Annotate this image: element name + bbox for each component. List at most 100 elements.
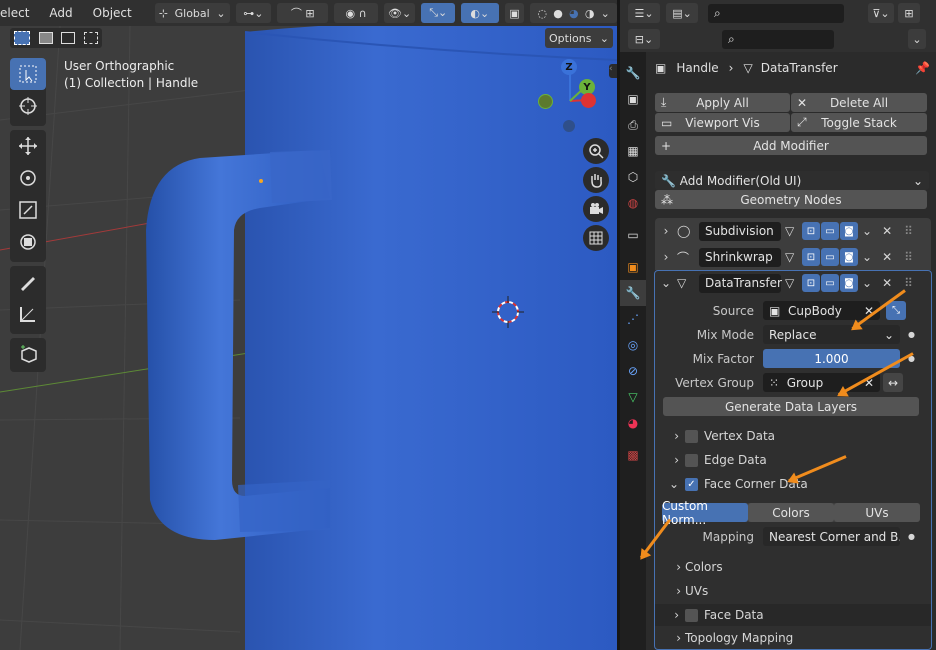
scene-tab-icon[interactable]: ⬡ bbox=[620, 164, 646, 190]
move-tool[interactable] bbox=[10, 130, 46, 162]
geometry-nodes-button[interactable]: ⁂ Geometry Nodes bbox=[655, 190, 927, 209]
perspective-grid-icon[interactable] bbox=[583, 225, 609, 251]
properties-editor-type-dropdown[interactable]: ⊟⌄ bbox=[628, 29, 660, 49]
options-dropdown[interactable]: Options ⌄ bbox=[545, 28, 613, 48]
delete-all-button[interactable]: ✕ Delete All bbox=[791, 93, 927, 112]
data-tab-icon[interactable]: ▽ bbox=[620, 384, 646, 410]
gizmo-toggle[interactable]: ⤡⌄ bbox=[421, 3, 456, 23]
vertex-data-checkbox[interactable] bbox=[685, 429, 698, 443]
gizmo-neg-y-axis[interactable] bbox=[538, 94, 553, 109]
visibility-dropdown[interactable]: 👁⌄ bbox=[383, 3, 416, 23]
select-mode-buttons[interactable] bbox=[10, 28, 102, 48]
output-tab-icon[interactable]: ⎙ bbox=[620, 112, 646, 138]
face-data-subpanel[interactable]: › Face Data bbox=[655, 604, 931, 626]
mapping-dropdown[interactable]: Nearest Corner and B...⌄ bbox=[763, 527, 900, 546]
edge-data-subpanel[interactable]: › Edge Data bbox=[655, 450, 931, 470]
select-box-tool[interactable] bbox=[10, 58, 46, 90]
datatransfer-name-field[interactable]: DataTransfer bbox=[699, 273, 782, 293]
apply-all-button[interactable]: ⤓ Apply All bbox=[655, 93, 790, 112]
wireframe-shading-icon[interactable]: ◌ bbox=[537, 7, 547, 20]
tab-colors[interactable]: Colors bbox=[748, 503, 834, 522]
cursor-tool[interactable] bbox=[10, 90, 46, 122]
constraints-tab-icon[interactable]: ⊘ bbox=[620, 358, 646, 384]
expand-arrow-icon[interactable]: › bbox=[655, 224, 677, 238]
tool-tab-icon[interactable]: 🔧 bbox=[620, 60, 646, 86]
display-mode-dropdown[interactable]: ▤⌄ bbox=[666, 3, 698, 23]
object-tab-icon[interactable]: ▣ bbox=[620, 254, 646, 280]
on-cage-icon[interactable]: ⊡ bbox=[802, 222, 820, 240]
xray-toggle[interactable]: ▣ bbox=[504, 3, 525, 23]
expand-arrow-icon[interactable]: › bbox=[655, 453, 685, 467]
expand-arrow-icon[interactable]: › bbox=[655, 631, 685, 645]
physics-tab-icon[interactable]: ◎ bbox=[620, 332, 646, 358]
transform-tool[interactable] bbox=[10, 226, 46, 258]
pivot-point-dropdown[interactable]: ⊶⌄ bbox=[235, 3, 272, 23]
camera-view-icon[interactable] bbox=[583, 196, 609, 222]
world-tab-icon[interactable]: ◍ bbox=[620, 190, 646, 216]
edit-mode-icon[interactable]: ▽ bbox=[785, 224, 801, 238]
render-camera-icon[interactable]: ◙ bbox=[840, 248, 858, 266]
transform-orientation-dropdown[interactable]: ⊹ Global ⌄ bbox=[154, 3, 230, 23]
gizmo-neg-z-axis[interactable] bbox=[563, 120, 575, 132]
annotate-tool[interactable] bbox=[10, 266, 46, 298]
sidebar-toggle[interactable]: ‹ bbox=[609, 64, 617, 78]
render-camera-icon[interactable]: ◙ bbox=[840, 274, 858, 292]
mix-mode-dropdown[interactable]: Replace ⌄ bbox=[763, 325, 900, 344]
shading-modes[interactable]: ◌ ● ◕ ◑ ⌄ bbox=[530, 3, 617, 23]
source-object-field[interactable]: ▣ CupBody ✕ bbox=[763, 301, 880, 320]
viewport-display-icon[interactable]: ▭ bbox=[821, 274, 839, 292]
keyframe-dot-icon[interactable]: ● bbox=[908, 532, 915, 541]
subdivision-name-field[interactable]: Subdivision bbox=[699, 221, 781, 241]
particles-tab-icon[interactable]: ⋰ bbox=[620, 306, 646, 332]
solid-shading-icon[interactable]: ● bbox=[553, 7, 563, 20]
scale-tool[interactable] bbox=[10, 194, 46, 226]
properties-search-input[interactable]: ⌕ bbox=[722, 29, 834, 49]
invert-vertex-group-icon[interactable]: ↔ bbox=[883, 373, 903, 392]
select-extend-icon[interactable] bbox=[38, 32, 53, 44]
datatransfer-header[interactable]: ⌄ ▽ DataTransfer ▽ ⊡ ▭ ◙ ⌄ ✕ ⠿ bbox=[655, 271, 931, 295]
select-invert-icon[interactable] bbox=[83, 32, 98, 44]
proportional-editing-toggle[interactable]: ◉ ∩ bbox=[334, 3, 378, 23]
menu-select[interactable]: elect bbox=[0, 6, 36, 20]
new-collection-icon[interactable]: ⊞ bbox=[898, 3, 920, 23]
collapse-arrow-icon[interactable]: ⌄ bbox=[655, 276, 677, 290]
modifier-tab-icon[interactable]: 🔧 bbox=[620, 280, 646, 306]
close-icon[interactable]: ✕ bbox=[882, 224, 892, 238]
chevron-down-icon[interactable]: ⌄ bbox=[862, 224, 872, 238]
outliner-search-input[interactable]: ⌕ bbox=[708, 3, 844, 23]
expand-arrow-icon[interactable]: › bbox=[655, 250, 677, 264]
toggle-stack-button[interactable]: ⤢ Toggle Stack bbox=[791, 113, 927, 132]
rendered-shading-icon[interactable]: ◑ bbox=[585, 7, 595, 20]
expand-arrow-icon[interactable]: › bbox=[655, 429, 685, 443]
add-modifier-old-dropdown[interactable]: 🔧 Add Modifier(Old UI) ⌄ bbox=[655, 171, 929, 190]
vertex-data-subpanel[interactable]: › Vertex Data bbox=[655, 426, 931, 446]
modifier-subdivision-panel[interactable]: › ◯ Subdivision ▽ ⊡ ▭ ◙ ⌄ ✕ ⠿ bbox=[655, 218, 931, 244]
render-camera-icon[interactable]: ◙ bbox=[840, 222, 858, 240]
keyframe-dot-icon[interactable]: ● bbox=[908, 330, 915, 339]
chevron-down-icon[interactable]: ⌄ bbox=[862, 250, 872, 264]
measure-tool[interactable] bbox=[10, 298, 46, 330]
menu-object[interactable]: Object bbox=[86, 6, 139, 20]
menu-add[interactable]: Add bbox=[42, 6, 79, 20]
view-layer-tab-icon[interactable]: ▦ bbox=[620, 138, 646, 164]
material-tab-icon[interactable]: ◕ bbox=[620, 410, 646, 436]
gizmo-x-axis[interactable] bbox=[581, 93, 596, 108]
close-icon[interactable]: ✕ bbox=[882, 250, 892, 264]
expand-arrow-icon[interactable]: › bbox=[655, 560, 685, 574]
zoom-icon[interactable] bbox=[583, 138, 609, 164]
on-cage-icon[interactable]: ⊡ bbox=[802, 274, 820, 292]
pin-icon[interactable]: 📌 bbox=[915, 61, 930, 75]
options-chevron-icon[interactable]: ⌄ bbox=[908, 29, 926, 49]
face-data-checkbox[interactable] bbox=[685, 608, 698, 622]
filter-icon[interactable]: ⊽⌄ bbox=[868, 3, 894, 23]
drag-handle-icon[interactable]: ⠿ bbox=[904, 224, 913, 238]
colors-subpanel[interactable]: › Colors bbox=[655, 557, 931, 577]
pan-hand-icon[interactable] bbox=[583, 167, 609, 193]
editor-type-dropdown[interactable]: ☰⌄ bbox=[628, 3, 660, 23]
mix-factor-slider[interactable]: 1.000 bbox=[763, 349, 900, 368]
snapping-toggle[interactable]: ⌒ ⊞ bbox=[277, 3, 329, 23]
uvs-subpanel[interactable]: › UVs bbox=[655, 581, 931, 601]
add-cube-tool[interactable] bbox=[10, 338, 46, 370]
on-cage-icon[interactable]: ⊡ bbox=[802, 248, 820, 266]
modifier-shrinkwrap-panel[interactable]: › ⌒ Shrinkwrap ▽ ⊡ ▭ ◙ ⌄ ✕ ⠿ bbox=[655, 244, 931, 270]
